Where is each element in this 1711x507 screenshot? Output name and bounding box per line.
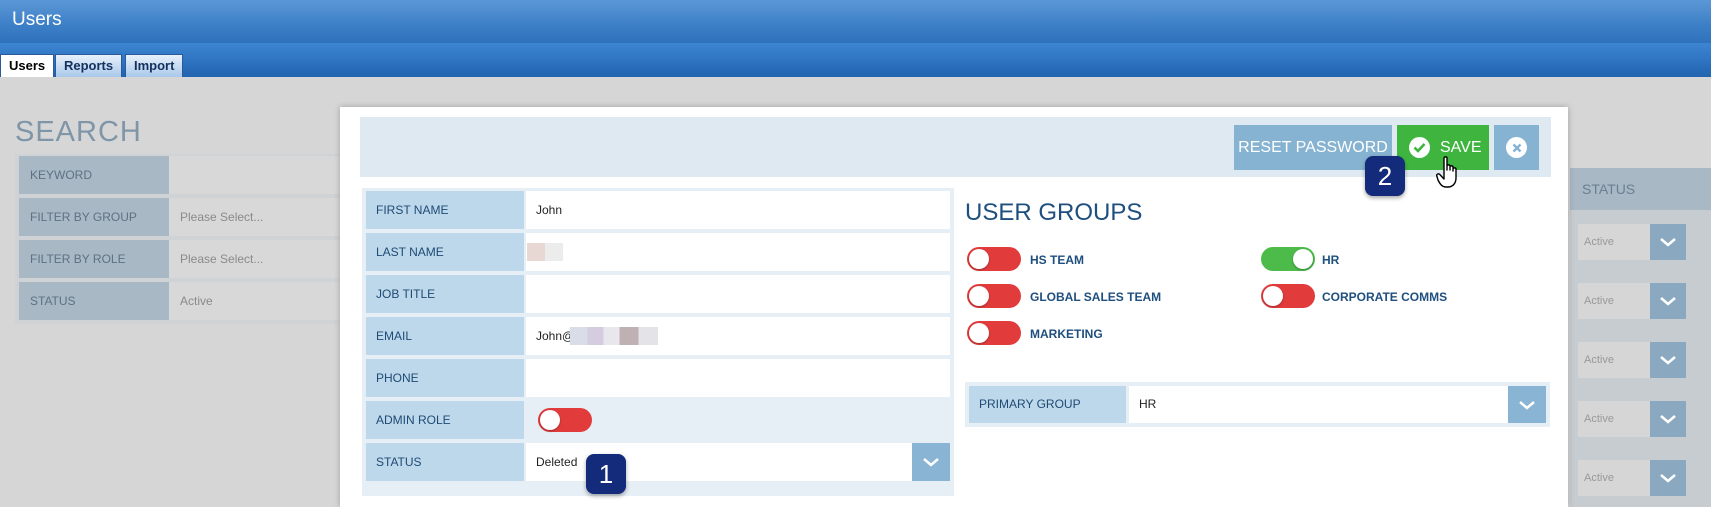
check-icon bbox=[1409, 137, 1430, 158]
email-row: EMAIL John@ bbox=[366, 317, 950, 355]
list-status-select[interactable]: Active bbox=[1578, 401, 1686, 437]
hs-team-toggle[interactable] bbox=[967, 247, 1021, 271]
step-badge-1: 1 bbox=[586, 454, 626, 494]
first-name-input[interactable]: John bbox=[526, 191, 950, 229]
redacted-email bbox=[570, 327, 658, 345]
hs-team-label: HS TEAM bbox=[1030, 253, 1084, 267]
chevron-down-icon[interactable] bbox=[1650, 401, 1686, 437]
user-form: FIRST NAME John LAST NAME JOB TITLE EMAI… bbox=[362, 188, 954, 496]
list-status-value: Active bbox=[1584, 354, 1614, 366]
hr-label: HR bbox=[1322, 253, 1340, 267]
global-sales-team-toggle[interactable] bbox=[967, 284, 1021, 308]
list-status-value: Active bbox=[1584, 295, 1614, 307]
chevron-down-icon[interactable] bbox=[1508, 386, 1546, 423]
last-name-label: LAST NAME bbox=[366, 233, 524, 271]
job-title-row: JOB TITLE bbox=[366, 275, 950, 313]
phone-input[interactable] bbox=[526, 359, 950, 397]
filter-group-row: FILTER BY GROUP Please Select... bbox=[19, 198, 345, 236]
tab-reports[interactable]: Reports bbox=[55, 54, 123, 77]
last-name-row: LAST NAME bbox=[366, 233, 950, 271]
close-icon bbox=[1506, 137, 1527, 158]
close-button[interactable] bbox=[1494, 125, 1539, 170]
phone-label: PHONE bbox=[366, 359, 524, 397]
admin-role-toggle[interactable] bbox=[538, 408, 592, 432]
redacted-last-name bbox=[527, 243, 563, 261]
status-label: STATUS bbox=[366, 443, 524, 481]
status-column-header: STATUS bbox=[1570, 168, 1711, 210]
first-name-label: FIRST NAME bbox=[366, 191, 524, 229]
list-status-select[interactable]: Active bbox=[1578, 283, 1686, 319]
keyword-label: KEYWORD bbox=[19, 156, 169, 194]
hr-toggle[interactable] bbox=[1261, 247, 1315, 271]
list-status-value: Active bbox=[1584, 236, 1614, 248]
filter-role-label: FILTER BY ROLE bbox=[19, 240, 169, 278]
list-status-value: Active bbox=[1584, 472, 1614, 484]
search-title: SEARCH bbox=[15, 116, 142, 148]
primary-group-select[interactable]: HR bbox=[1129, 386, 1546, 423]
primary-group-value: HR bbox=[1139, 397, 1157, 411]
chevron-down-icon[interactable] bbox=[912, 443, 950, 481]
chevron-down-icon[interactable] bbox=[1650, 224, 1686, 260]
job-title-label: JOB TITLE bbox=[366, 275, 524, 313]
tab-bar: Users Reports Import bbox=[0, 43, 1711, 78]
email-label: EMAIL bbox=[366, 317, 524, 355]
list-status-value: Active bbox=[1584, 413, 1614, 425]
admin-role-label: ADMIN ROLE bbox=[366, 401, 524, 439]
user-groups-title: USER GROUPS bbox=[965, 199, 1143, 226]
hand-cursor-icon bbox=[1436, 156, 1457, 188]
primary-group-row: PRIMARY GROUP HR bbox=[965, 382, 1550, 427]
list-status-select[interactable]: Active bbox=[1578, 460, 1686, 496]
last-name-input[interactable] bbox=[526, 233, 950, 271]
filter-role-row: FILTER BY ROLE Please Select... bbox=[19, 240, 345, 278]
keyword-input[interactable] bbox=[169, 156, 345, 194]
window-title: Users bbox=[12, 9, 62, 30]
corporate-comms-toggle[interactable] bbox=[1261, 284, 1315, 308]
list-status-select[interactable]: Active bbox=[1578, 342, 1686, 378]
filter-group-label: FILTER BY GROUP bbox=[19, 198, 169, 236]
admin-role-row: ADMIN ROLE bbox=[366, 401, 950, 439]
chevron-down-icon[interactable] bbox=[1650, 342, 1686, 378]
search-panel: KEYWORD FILTER BY GROUP Please Select...… bbox=[15, 154, 345, 324]
marketing-toggle[interactable] bbox=[967, 321, 1021, 345]
filter-group-select[interactable]: Please Select... bbox=[169, 198, 345, 236]
global-sales-team-label: GLOBAL SALES TEAM bbox=[1030, 290, 1162, 304]
chevron-down-icon[interactable] bbox=[1650, 283, 1686, 319]
filter-role-select[interactable]: Please Select... bbox=[169, 240, 345, 278]
marketing-label: MARKETING bbox=[1030, 327, 1103, 341]
step-badge-2: 2 bbox=[1365, 156, 1405, 196]
filter-status-label: STATUS bbox=[19, 282, 169, 320]
filter-status-row: STATUS Active bbox=[19, 282, 345, 320]
user-list-panel bbox=[1570, 168, 1711, 507]
tab-users[interactable]: Users bbox=[0, 54, 55, 78]
status-value: Deleted bbox=[536, 455, 578, 469]
job-title-input[interactable] bbox=[526, 275, 950, 313]
filter-status-select[interactable]: Active bbox=[169, 282, 345, 320]
primary-group-label: PRIMARY GROUP bbox=[969, 386, 1126, 423]
window-title-bar: Users bbox=[0, 0, 1711, 43]
search-keyword-row: KEYWORD bbox=[19, 156, 345, 194]
first-name-row: FIRST NAME John bbox=[366, 191, 950, 229]
status-row: STATUS Deleted bbox=[366, 443, 950, 481]
tab-import[interactable]: Import bbox=[125, 54, 184, 77]
list-status-select[interactable]: Active bbox=[1578, 224, 1686, 260]
chevron-down-icon[interactable] bbox=[1650, 460, 1686, 496]
corporate-comms-label: CORPORATE COMMS bbox=[1322, 290, 1448, 304]
phone-row: PHONE bbox=[366, 359, 950, 397]
